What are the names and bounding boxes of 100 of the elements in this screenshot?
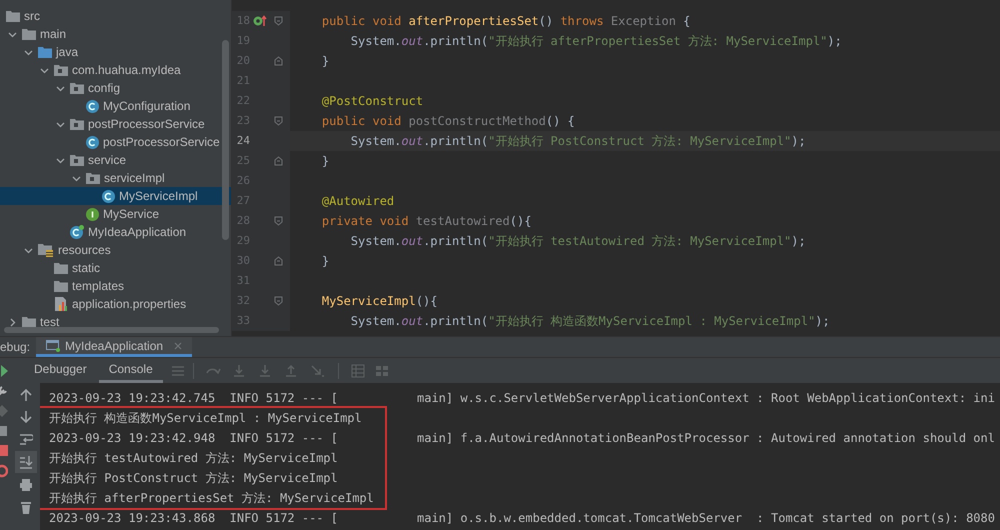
tree-item-label: application.properties bbox=[72, 296, 186, 313]
app-window-icon bbox=[46, 339, 60, 352]
console-line: main] w.s.c.ServletWebServerApplicationContext : Root WebApplicationContext: ini bbox=[417, 390, 995, 407]
tree-item[interactable]: templates bbox=[0, 277, 231, 295]
package-icon bbox=[70, 154, 84, 166]
tree-item-label: test bbox=[40, 314, 60, 331]
tree-item-label: main bbox=[40, 26, 66, 43]
horizontal-scrollbar[interactable] bbox=[4, 327, 219, 333]
code-line: public void postConstructMethod() { bbox=[320, 113, 575, 130]
tree-item[interactable]: config bbox=[0, 79, 231, 97]
code-line: @PostConstruct bbox=[320, 93, 424, 110]
fold-marker-icon[interactable] bbox=[274, 256, 282, 266]
tree-item[interactable]: java bbox=[0, 43, 231, 61]
fold-marker-icon[interactable] bbox=[274, 156, 282, 166]
tree-item[interactable]: main bbox=[0, 25, 231, 43]
tree-item[interactable]: MyConfiguration bbox=[0, 97, 231, 115]
console-line: main] o.s.b.w.embedded.tomcat.TomcatWebServer : Tomcat started on port(s): 8080 bbox=[417, 510, 995, 527]
code-line: private void testAutowired(){ bbox=[320, 213, 532, 230]
tree-item[interactable]: MyServiceImpl bbox=[0, 187, 231, 205]
interface-icon bbox=[86, 208, 99, 220]
menu-icon[interactable] bbox=[170, 364, 185, 376]
folder-icon bbox=[54, 262, 68, 274]
tree-item-label: config bbox=[88, 80, 120, 97]
tree-item-label: serviceImpl bbox=[104, 170, 165, 187]
tree-item-label: resources bbox=[58, 242, 111, 259]
fold-marker-icon[interactable] bbox=[274, 56, 282, 66]
package-icon bbox=[54, 64, 68, 76]
tree-item-label: postProcessorService bbox=[88, 116, 205, 133]
layout-icon[interactable] bbox=[374, 364, 389, 378]
code-line: } bbox=[320, 253, 330, 270]
tree-item-label: MyIdeaApplication bbox=[88, 224, 186, 241]
tree-item-label: src bbox=[24, 8, 40, 25]
tree-item[interactable]: serviceImpl bbox=[0, 169, 231, 187]
folder-icon bbox=[6, 10, 20, 22]
console-line: 2023-09-23 19:23:43.868 INFO 5172 --- [ bbox=[49, 510, 338, 527]
tree-item-label: static bbox=[72, 260, 100, 277]
scroll-to-end-icon[interactable] bbox=[15, 451, 37, 473]
tree-item-label: service bbox=[88, 152, 126, 169]
tree-item[interactable]: test bbox=[0, 313, 231, 331]
chevron-right-icon[interactable] bbox=[8, 318, 16, 326]
code-line: System.out.println("开始执行 构造函数MyServiceImpl : MyServiceImpl"); bbox=[350, 313, 830, 330]
class-icon bbox=[102, 190, 115, 202]
chevron-down-icon[interactable] bbox=[24, 246, 32, 254]
application-class-icon bbox=[70, 225, 84, 239]
code-line: public void afterPropertiesSet() throws Exception { bbox=[320, 13, 690, 30]
console-line: 开始执行 afterPropertiesSet 方法: MyServiceImpl bbox=[49, 490, 374, 507]
tree-item-label: templates bbox=[72, 278, 124, 295]
code-line: } bbox=[320, 53, 330, 70]
package-icon bbox=[70, 118, 84, 130]
tree-item-label: postProcessorService bbox=[103, 134, 220, 151]
fold-marker-icon[interactable] bbox=[274, 16, 282, 26]
tree-item[interactable]: static bbox=[0, 259, 231, 277]
tree-item[interactable]: postProcessorService bbox=[0, 133, 231, 151]
table-icon[interactable] bbox=[350, 364, 365, 378]
package-icon bbox=[86, 172, 100, 184]
fold-marker-icon[interactable] bbox=[274, 116, 282, 126]
code-line: System.out.println("开始执行 PostConstruct 方法: MyServiceImpl"); bbox=[350, 133, 806, 150]
resource-folder-icon bbox=[38, 243, 54, 257]
tree-item[interactable]: service bbox=[0, 151, 231, 169]
code-line: MyServiceImpl(){ bbox=[320, 293, 438, 310]
class-icon bbox=[86, 100, 99, 112]
code-line: System.out.println("开始执行 afterPropertiesSet 方法: MyServiceImpl"); bbox=[350, 33, 842, 50]
tree-item-label: MyConfiguration bbox=[103, 98, 190, 115]
console-line: 开始执行 PostConstruct 方法: MyServiceImpl bbox=[49, 470, 338, 487]
properties-file-icon bbox=[54, 297, 68, 311]
code-line: System.out.println("开始执行 testAutowired 方法: MyServiceImpl"); bbox=[350, 233, 806, 250]
package-icon bbox=[70, 82, 84, 94]
console-line: 2023-09-23 19:23:42.745 INFO 5172 --- [ bbox=[49, 390, 338, 407]
tree-item[interactable]: resources bbox=[0, 241, 231, 259]
tree-item-label: MyServiceImpl bbox=[119, 188, 198, 205]
console-line: 开始执行 构造函数MyServiceImpl : MyServiceImpl bbox=[49, 410, 362, 427]
debug-tab[interactable]: MyIdeaApplication bbox=[36, 337, 192, 357]
fold-marker-icon[interactable] bbox=[274, 216, 282, 226]
folder-icon bbox=[54, 280, 68, 292]
console-line: main] f.a.AutowiredAnnotationBeanPostProcessor : Autowired annotation should onl bbox=[417, 430, 995, 447]
implements-marker-icon[interactable] bbox=[253, 15, 267, 27]
folder-icon bbox=[38, 46, 52, 58]
chevron-down-icon[interactable] bbox=[56, 120, 64, 128]
tree-item[interactable]: MyIdeaApplication bbox=[0, 223, 231, 241]
tree-item[interactable]: src bbox=[0, 7, 231, 25]
code-line: } bbox=[320, 153, 330, 170]
tree-item[interactable]: com.huahua.myIdea bbox=[0, 61, 231, 79]
tree-item-label: com.huahua.myIdea bbox=[72, 62, 181, 79]
folder-icon bbox=[22, 28, 36, 40]
tree-item-label: MyService bbox=[103, 206, 160, 223]
tree-item[interactable]: postProcessorService bbox=[0, 115, 231, 133]
tree-item[interactable]: MyService bbox=[0, 205, 231, 223]
console-line: 开始执行 testAutowired 方法: MyServiceImpl bbox=[49, 450, 338, 467]
tree-item[interactable]: application.properties bbox=[0, 295, 231, 313]
console-line: 2023-09-23 19:23:42.948 INFO 5172 --- [ bbox=[49, 430, 338, 447]
panel-title: ebug: bbox=[0, 339, 32, 356]
line-number: 24 bbox=[236, 132, 250, 149]
tree-item-label: java bbox=[56, 44, 78, 61]
close-icon[interactable] bbox=[174, 342, 182, 350]
code-line: @Autowired bbox=[320, 193, 394, 210]
class-icon bbox=[86, 136, 99, 148]
run-to-cursor-icon[interactable] bbox=[310, 364, 326, 378]
vertical-scrollbar[interactable] bbox=[222, 40, 229, 240]
panel-tab[interactable]: Debugger bbox=[24, 358, 97, 383]
fold-marker-icon[interactable] bbox=[274, 296, 282, 306]
